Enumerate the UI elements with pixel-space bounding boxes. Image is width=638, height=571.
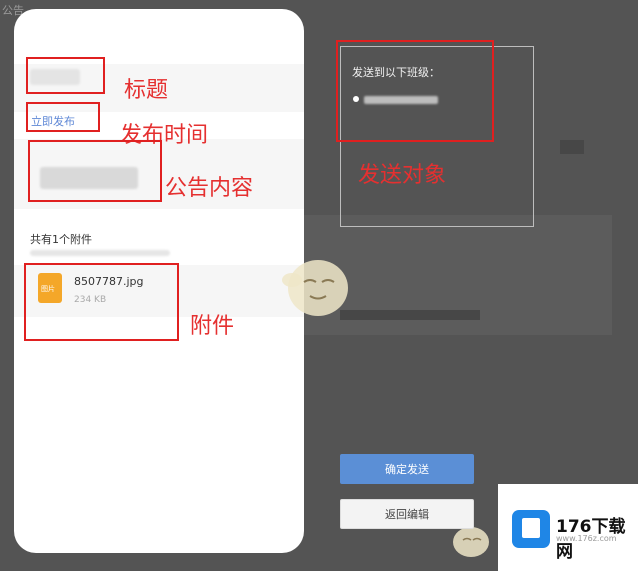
annotation-box-send-target [336,40,494,142]
annotation-label-send-target: 发送对象 [358,163,447,188]
back-to-edit-button[interactable]: 返回编辑 [340,499,474,529]
attachments-header: 共有1个附件 [30,233,92,246]
brand-logo-icon [512,510,550,548]
annotation-box-content [28,140,162,202]
annotation-label-title: 标题 [124,78,169,103]
site-watermark: 176下载网 www.176z.com [498,484,638,571]
mascot-icon [282,260,348,316]
attachments-note-blurred [30,250,170,256]
annotation-box-title [26,57,105,94]
annotation-box-attachment [24,263,179,341]
brand-url: www.176z.com [556,534,617,543]
annotation-label-attachment: 附件 [190,314,235,339]
confirm-send-button[interactable]: 确定发送 [340,454,474,484]
annotation-label-content: 公告内容 [165,176,254,201]
background-icon [560,140,584,154]
annotation-box-publish-time [26,102,100,132]
